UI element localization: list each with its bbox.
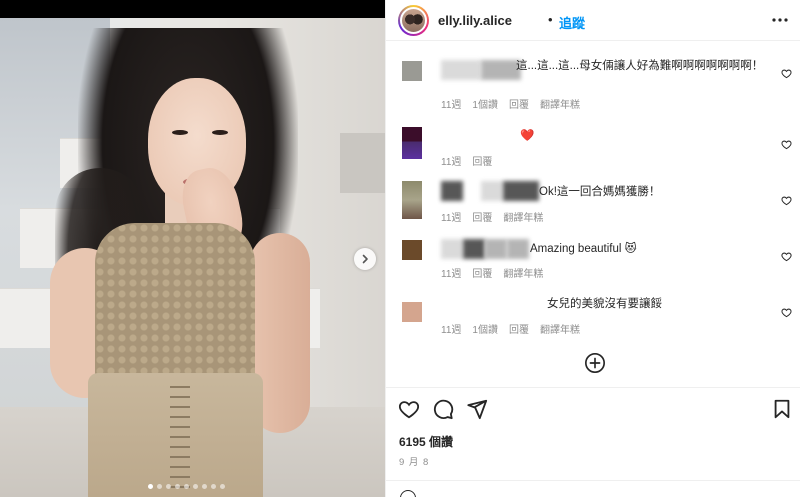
separator-dot: • — [548, 12, 553, 27]
redacted-username — [441, 60, 481, 80]
heart-outline-icon — [398, 401, 420, 419]
redacted-username — [507, 239, 529, 259]
comment-avatar[interactable] — [402, 302, 422, 322]
comment-text: Amazing beautiful 😻 — [530, 243, 637, 255]
eye — [172, 130, 188, 135]
heart-outline-icon — [781, 196, 792, 206]
like-comment-button[interactable] — [781, 137, 792, 150]
follow-button[interactable]: 追蹤 — [559, 13, 585, 32]
more-options-button[interactable] — [771, 13, 789, 27]
save-button[interactable] — [771, 398, 793, 420]
comment-time: 11週 — [441, 157, 462, 168]
share-button[interactable] — [466, 398, 488, 420]
redacted-username — [485, 239, 507, 259]
comment-button[interactable] — [432, 398, 454, 420]
translate-button[interactable]: 翻譯年糕 — [540, 96, 580, 111]
carousel-dot — [211, 484, 216, 489]
comment-meta: 11週 回覆 翻譯年糕 — [441, 209, 543, 224]
more-horizontal-icon — [772, 18, 788, 22]
reply-button[interactable]: 回覆 — [472, 153, 492, 168]
heart-outline-icon — [781, 252, 792, 262]
comment-meta: 11週 1個讚 回覆 翻譯年糕 — [441, 96, 580, 111]
heart-outline-icon — [781, 69, 792, 79]
carousel-dot — [184, 484, 189, 489]
heart-outline-icon — [781, 308, 792, 318]
comment-avatar[interactable] — [402, 240, 422, 260]
username-link[interactable]: elly.lily.alice — [438, 13, 512, 28]
comment-likes[interactable]: 1個讚 — [472, 96, 498, 111]
comment-time: 11週 — [441, 100, 462, 111]
send-icon — [467, 399, 488, 420]
comment-meta: 11週 1個讚 回覆 翻譯年糕 — [441, 321, 580, 336]
like-comment-button[interactable] — [781, 305, 792, 318]
comment-text: 女兒的美貌沒有要讓餒 — [547, 298, 662, 310]
comment-item: Ok!這一回合媽媽獲勝！ 11週 回覆 翻譯年糕 — [386, 181, 800, 224]
eye — [212, 130, 228, 135]
comment-item: ❤️ 11週 回覆 — [386, 125, 800, 168]
comment-text: Ok!這一回合媽媽獲勝！ — [539, 186, 661, 198]
like-comment-button[interactable] — [781, 66, 792, 79]
redacted-username — [463, 239, 485, 259]
comment-item: 這...這...這...母女倆讓人好為難啊啊啊啊啊啊啊！ 11週 1個讚 回覆 … — [386, 58, 800, 111]
translate-button[interactable]: 翻譯年糕 — [503, 209, 543, 224]
like-comment-button[interactable] — [781, 193, 792, 206]
background-niche — [340, 133, 385, 193]
comment-icon — [433, 399, 454, 420]
comment-avatar[interactable] — [402, 127, 422, 159]
post-action-bar — [386, 398, 800, 422]
comment-meta: 11週 回覆 翻譯年糕 — [441, 265, 543, 280]
carousel-dot — [148, 484, 153, 489]
carousel-dot — [175, 484, 180, 489]
carousel-dot — [220, 484, 225, 489]
reply-button[interactable]: 回覆 — [472, 209, 492, 224]
reply-button[interactable]: 回覆 — [509, 321, 529, 336]
carousel-dot — [193, 484, 198, 489]
post-date[interactable]: 9 月 8 — [399, 454, 429, 468]
comment-text: ❤️ — [520, 130, 535, 142]
carousel-indicator — [148, 484, 225, 489]
redacted-username — [481, 181, 503, 201]
knit-top — [95, 223, 255, 383]
comment-item: 女兒的美貌沒有要讓餒 11週 1個讚 回覆 翻譯年糕 — [386, 293, 800, 336]
redacted-username — [503, 181, 539, 201]
reply-button[interactable]: 回覆 — [509, 96, 529, 111]
redacted-username — [441, 239, 463, 259]
comment-avatar[interactable] — [402, 181, 422, 219]
heart-outline-icon — [781, 140, 792, 150]
avatar[interactable] — [398, 5, 429, 36]
like-button[interactable] — [398, 398, 420, 420]
translate-button[interactable]: 翻譯年糕 — [503, 265, 543, 280]
comment-meta: 11週 回覆 — [441, 153, 492, 168]
like-comment-button[interactable] — [781, 249, 792, 262]
comment-time: 11週 — [441, 213, 462, 224]
divider — [386, 387, 800, 388]
comment-text: 這...這...這...母女倆讓人好為難啊啊啊啊啊啊啊！ — [516, 60, 764, 72]
carousel-next-button[interactable] — [354, 248, 376, 270]
top-black-bar — [0, 0, 385, 18]
post-header: elly.lily.alice • 追蹤 — [386, 0, 800, 41]
comment-likes[interactable]: 1個讚 — [472, 321, 498, 336]
divider — [386, 480, 800, 481]
post-photo[interactable] — [0, 18, 385, 497]
comment-time: 11週 — [441, 325, 462, 336]
carousel-dot — [202, 484, 207, 489]
plus-circle-icon — [585, 353, 605, 373]
redacted-username — [441, 181, 463, 201]
comment-avatar[interactable] — [402, 61, 422, 81]
reply-button[interactable]: 回覆 — [472, 265, 492, 280]
comment-item: Amazing beautiful 😻 11週 回覆 翻譯年糕 — [386, 237, 800, 280]
redacted-username — [481, 60, 521, 80]
like-count[interactable]: 6195 個讚 — [399, 433, 453, 450]
corset-lacing — [170, 378, 190, 488]
bookmark-icon — [774, 399, 790, 419]
carousel-dot — [166, 484, 171, 489]
translate-button[interactable]: 翻譯年糕 — [540, 321, 580, 336]
emoji-icon[interactable] — [400, 490, 416, 497]
comment-time: 11週 — [441, 269, 462, 280]
chevron-right-icon — [362, 254, 368, 264]
load-more-comments-button[interactable] — [584, 352, 606, 374]
carousel-dot — [157, 484, 162, 489]
